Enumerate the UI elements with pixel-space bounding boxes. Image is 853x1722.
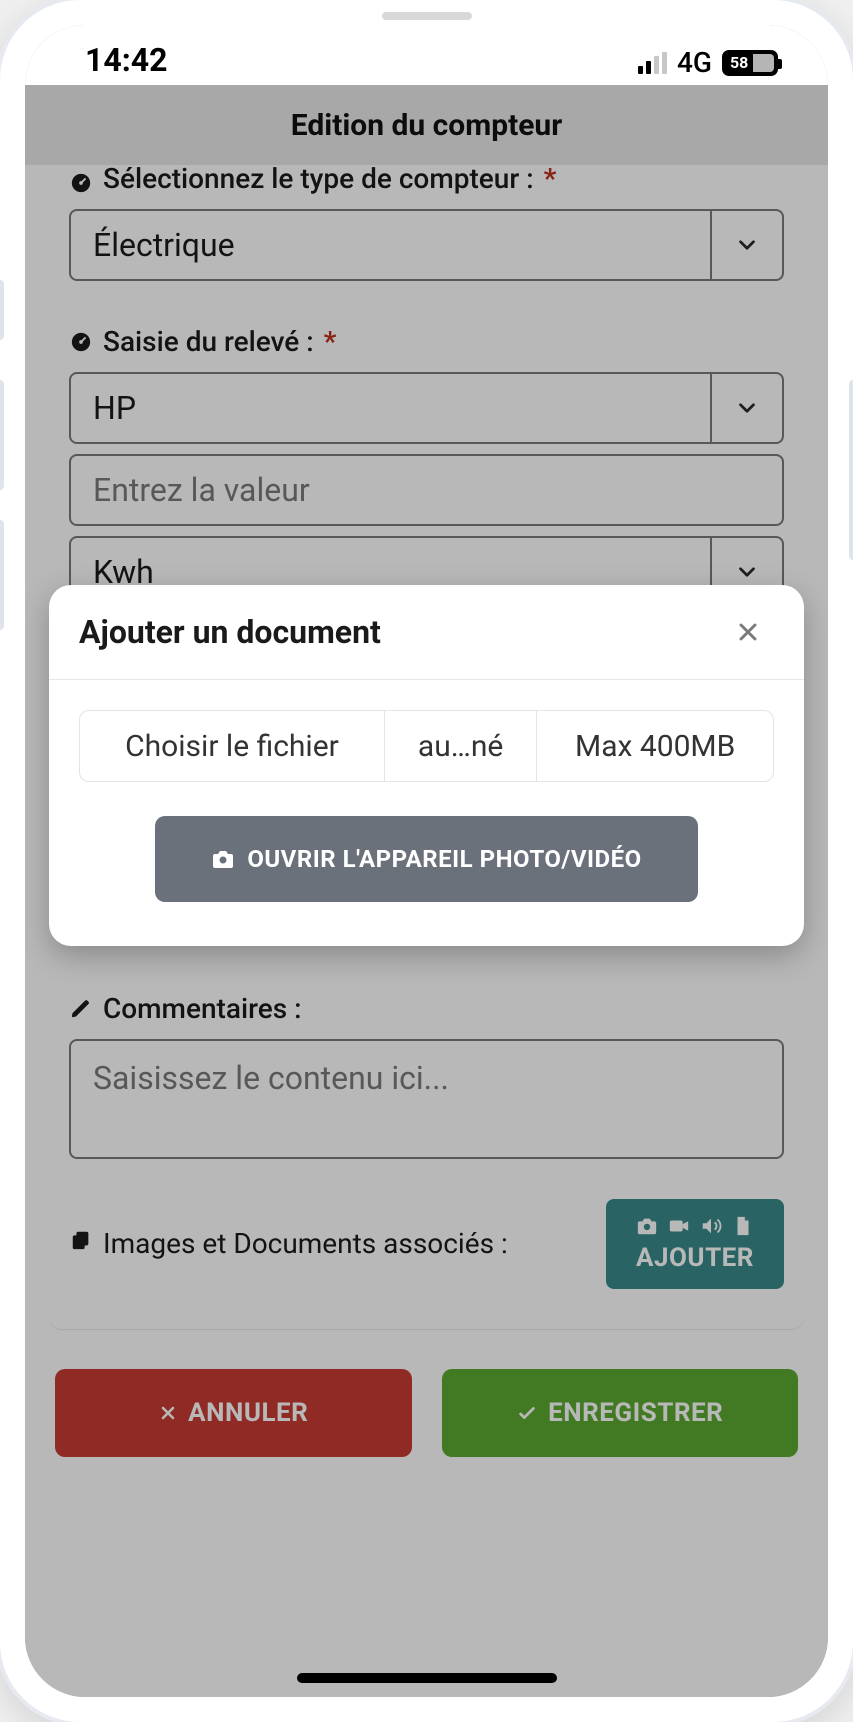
reading-select-value: HP — [93, 389, 136, 427]
file-max-size-text: Max 400MB — [575, 729, 735, 764]
file-input-row: Choisir le fichier au…né Max 400MB — [79, 710, 774, 782]
field-label-type: Sélectionnez le type de compteur : * — [69, 165, 784, 195]
camera-icon — [211, 847, 235, 871]
comments-placeholder: Saisissez le contenu ici... — [93, 1059, 449, 1097]
side-button-power — [849, 380, 853, 560]
file-name-text: au…né — [418, 729, 503, 764]
field-label-comments-text: Commentaires : — [103, 992, 301, 1025]
choose-file-label: Choisir le fichier — [125, 729, 339, 764]
media-icons-row — [636, 1215, 754, 1237]
comments-textarea[interactable]: Saisissez le contenu ici... — [69, 1039, 784, 1159]
battery-icon: 58 — [722, 50, 778, 76]
field-label-reading-text: Saisie du relevé : — [103, 325, 314, 358]
screen: 14:42 4G 58 Edition du compteur — [25, 25, 828, 1697]
cancel-button[interactable]: ANNULER — [55, 1369, 412, 1457]
file-icon — [732, 1215, 754, 1237]
network-label: 4G — [677, 46, 712, 79]
file-name-display: au…né — [385, 711, 537, 781]
sound-icon — [700, 1215, 722, 1237]
check-icon — [516, 1402, 538, 1424]
add-media-button-label: AJOUTER — [636, 1243, 754, 1273]
pencil-icon — [69, 997, 93, 1021]
required-mark: * — [544, 165, 557, 195]
gauge-icon — [69, 171, 93, 195]
signal-icon — [638, 52, 667, 74]
modal-body: Choisir le fichier au…né Max 400MB OUVRI… — [49, 680, 804, 946]
chevron-down-icon — [710, 211, 782, 279]
add-media-button[interactable]: AJOUTER — [606, 1199, 784, 1289]
chevron-down-icon — [710, 374, 782, 442]
field-label-reading: Saisie du relevé : * — [69, 321, 784, 358]
status-time: 14:42 — [85, 41, 167, 79]
reading-select[interactable]: HP — [69, 372, 784, 444]
status-bar: 14:42 4G 58 — [25, 25, 828, 85]
page-title: Edition du compteur — [25, 85, 828, 165]
video-icon — [668, 1215, 690, 1237]
speaker-notch — [382, 12, 472, 20]
battery-text: 58 — [724, 53, 748, 72]
required-mark: * — [324, 325, 337, 358]
side-button-mute — [0, 280, 4, 340]
footer-buttons: ANNULER ENREGISTRER — [25, 1329, 828, 1457]
copy-icon — [69, 1228, 93, 1252]
images-label-text: Images et Documents associés : — [103, 1222, 508, 1267]
side-button-vol-down — [0, 520, 4, 630]
value-input[interactable]: Entrez la valeur — [69, 454, 784, 526]
modal-title: Ajouter un document — [79, 613, 381, 651]
value-input-placeholder: Entrez la valeur — [93, 471, 310, 509]
open-camera-label: OUVRIR L'APPAREIL PHOTO/VIDÉO — [247, 845, 641, 873]
field-label-images: Images et Documents associés : — [69, 1222, 586, 1267]
add-document-modal: Ajouter un document Choisir le fichier a… — [49, 585, 804, 946]
phone-frame: 14:42 4G 58 Edition du compteur — [0, 0, 853, 1722]
save-button-label: ENREGISTRER — [548, 1398, 723, 1428]
gauge-icon — [69, 330, 93, 354]
file-max-size: Max 400MB — [537, 711, 773, 781]
home-indicator[interactable] — [297, 1673, 557, 1683]
status-right: 4G 58 — [638, 46, 778, 79]
modal-header: Ajouter un document — [49, 585, 804, 680]
save-button[interactable]: ENREGISTRER — [442, 1369, 799, 1457]
open-camera-button[interactable]: OUVRIR L'APPAREIL PHOTO/VIDÉO — [155, 816, 697, 902]
camera-icon — [636, 1215, 658, 1237]
cancel-button-label: ANNULER — [188, 1398, 308, 1428]
side-button-vol-up — [0, 380, 4, 490]
choose-file-button[interactable]: Choisir le fichier — [80, 711, 385, 781]
close-icon — [158, 1403, 178, 1423]
field-label-comments: Commentaires : — [69, 988, 784, 1025]
field-label-type-text: Sélectionnez le type de compteur : — [103, 165, 534, 195]
images-docs-row: Images et Documents associés : AJOUTER — [69, 1199, 784, 1289]
type-select[interactable]: Électrique — [69, 209, 784, 281]
modal-close-button[interactable] — [734, 618, 774, 646]
type-select-value: Électrique — [93, 226, 235, 264]
